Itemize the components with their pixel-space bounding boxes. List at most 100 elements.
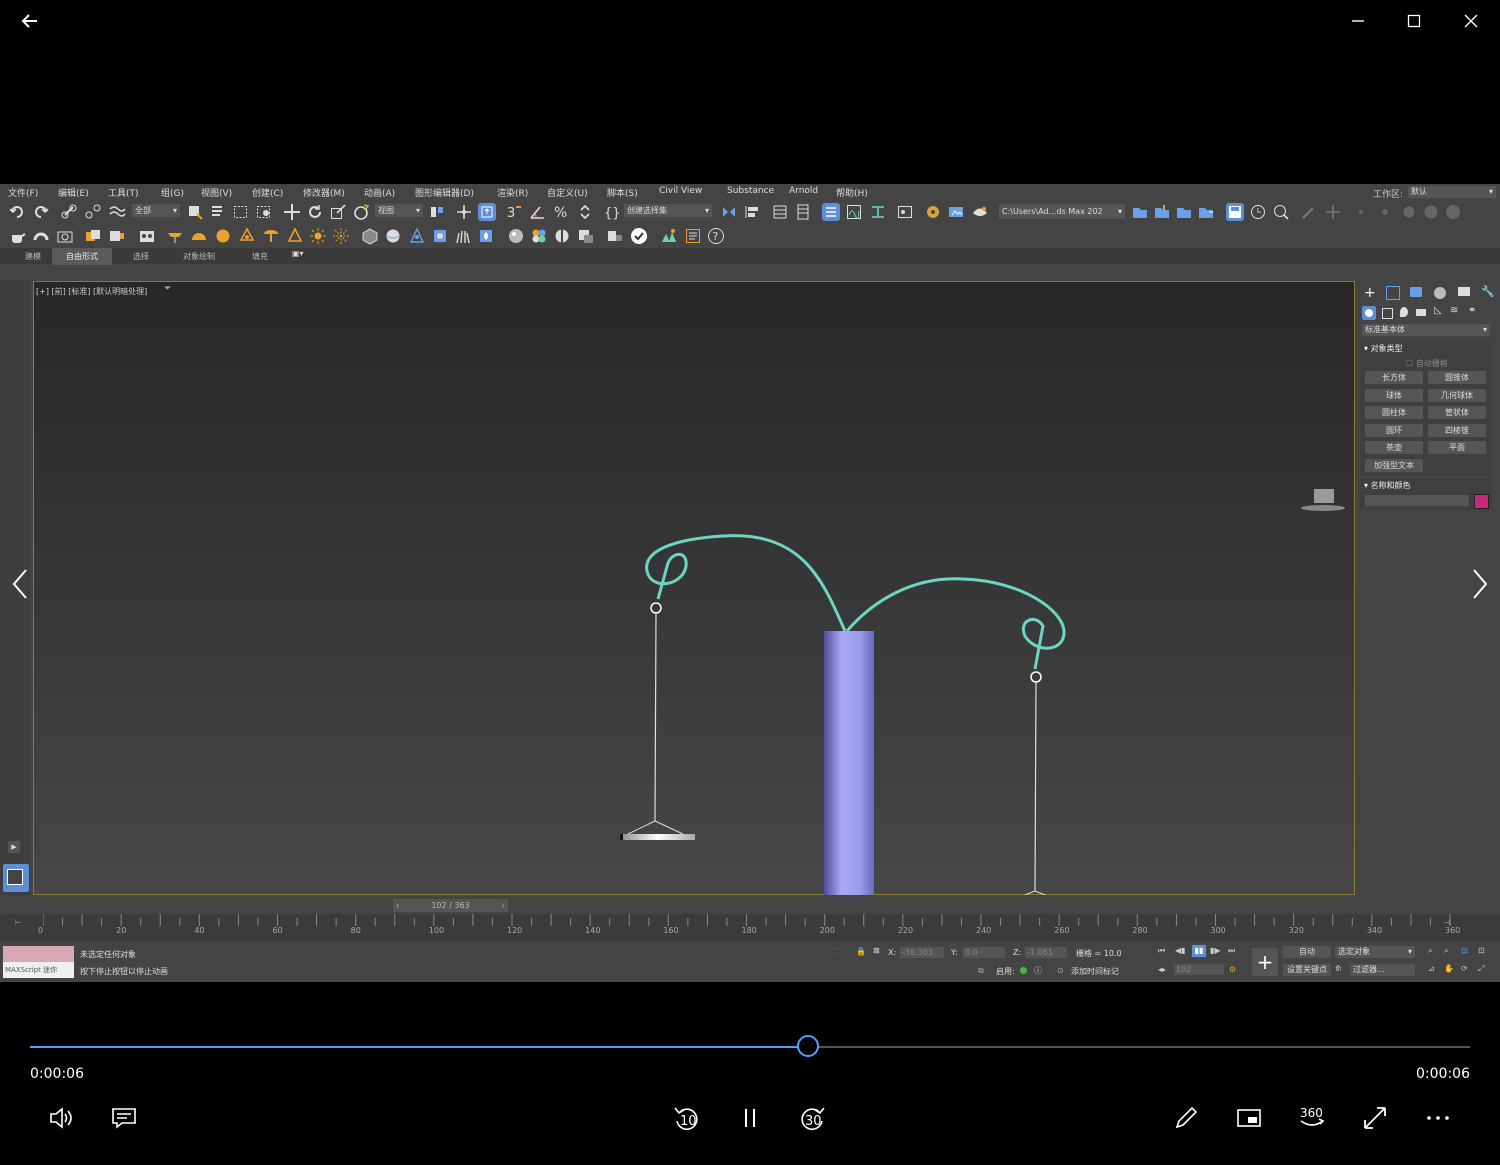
material-multi-icon[interactable] — [530, 227, 548, 245]
ribbon-tab-populate[interactable]: 填充 — [252, 251, 268, 262]
time-tag-icon[interactable]: ⊙ — [1057, 966, 1064, 975]
time-config-icon[interactable]: ⚙ — [1229, 965, 1236, 974]
next-frame-icon[interactable]: ▮▶ — [1210, 946, 1221, 955]
ribbon-options-icon[interactable]: ▣▾ — [292, 249, 304, 258]
sun-icon[interactable] — [309, 227, 327, 245]
film-icon[interactable] — [138, 227, 156, 245]
set-project-folder-icon[interactable] — [1131, 203, 1149, 221]
unlink-icon[interactable] — [84, 203, 102, 221]
camera-snapshot-icon[interactable] — [56, 227, 74, 245]
motion-tab-icon[interactable] — [1434, 287, 1446, 299]
redo-icon[interactable] — [32, 203, 50, 221]
render-setup-icon[interactable] — [924, 203, 942, 221]
skip-back-icon[interactable]: 10 — [668, 1100, 704, 1136]
helpers-icon[interactable]: ◺ — [1434, 305, 1442, 316]
helper-icon[interactable] — [408, 227, 426, 245]
ribbon-tab-modeling[interactable]: 建模 — [25, 251, 41, 262]
render-material-icon[interactable] — [577, 227, 595, 245]
teapot-icon[interactable] — [8, 227, 26, 245]
material-browser-icon[interactable] — [553, 227, 571, 245]
smooth-icon[interactable] — [32, 227, 50, 245]
pencil-edit-icon[interactable] — [1168, 1100, 1204, 1136]
zoom-extents-icon[interactable]: ⊡ — [1461, 946, 1468, 955]
help-icon[interactable]: ? — [707, 227, 725, 245]
menu-item-0[interactable]: 文件(F) — [8, 186, 38, 199]
maxscript-mini-input[interactable]: MAXScript 迷你 — [3, 962, 74, 978]
prev-frame-arrow-icon[interactable]: ‹ — [396, 899, 399, 912]
spot-light-icon[interactable] — [238, 227, 256, 245]
selected-objects-dropdown[interactable]: 选定对象 ▾ — [1335, 946, 1415, 958]
menu-item-11[interactable]: 脚本(S) — [607, 186, 638, 199]
mini-view-icon[interactable] — [1231, 1100, 1267, 1136]
scale-icon[interactable] — [329, 203, 347, 221]
isolate-icon[interactable]: ⛶ — [835, 947, 841, 957]
sphere-button[interactable]: 球体 — [1365, 389, 1423, 402]
enabled-indicator[interactable] — [1020, 967, 1027, 974]
key-mode-icon[interactable]: ◂▸ — [1158, 965, 1166, 974]
ribbon-tab-object-paint[interactable]: 对象绘制 — [183, 251, 215, 262]
cylinder-button[interactable]: 圆柱体 — [1365, 406, 1423, 419]
key-filters-button[interactable]: 过滤器... — [1350, 964, 1415, 976]
particle-icon[interactable] — [431, 227, 449, 245]
menu-item-1[interactable]: 编辑(E) — [58, 186, 89, 199]
textplus-button[interactable]: 加强型文本 — [1365, 459, 1423, 472]
category-dropdown[interactable]: 标准基本体 ▾ — [1362, 324, 1490, 336]
rect-selection-icon[interactable] — [232, 203, 250, 221]
object-name-input[interactable] — [1365, 495, 1469, 506]
script-listener-icon[interactable] — [684, 227, 702, 245]
link-icon[interactable] — [60, 203, 78, 221]
close-icon[interactable] — [1458, 8, 1484, 34]
rendered-frame-window-icon[interactable] — [947, 203, 965, 221]
rotate-icon[interactable] — [306, 203, 324, 221]
placement-icon[interactable] — [352, 203, 370, 221]
material-editor-icon[interactable] — [896, 203, 914, 221]
teapot-button[interactable]: 茶壶 — [1365, 441, 1423, 454]
modify-tab-icon[interactable] — [1386, 286, 1400, 300]
current-frame-input[interactable]: 102 — [1174, 964, 1224, 975]
selection-filter-dropdown[interactable]: 全部 ▾ — [132, 204, 180, 217]
checkmark-circle-icon[interactable] — [630, 227, 648, 245]
skip-forward-icon[interactable]: 30 — [795, 1100, 831, 1136]
back-arrow-icon[interactable] — [17, 8, 43, 34]
display-tab-icon[interactable] — [1458, 287, 1470, 296]
bind-space-warp-icon[interactable] — [108, 203, 126, 221]
menu-item-2[interactable]: 工具(T) — [108, 186, 139, 199]
keyboard-shortcut-toggle-icon[interactable] — [478, 203, 496, 221]
zoom-icon[interactable]: ⌕ — [1428, 946, 1432, 956]
schematic-view-icon[interactable] — [869, 203, 887, 221]
menu-item-3[interactable]: 组(G) — [161, 186, 184, 199]
pause-button-icon[interactable] — [732, 1100, 768, 1136]
project-folder-icon-4[interactable] — [1197, 203, 1215, 221]
hierarchy-tab-icon[interactable] — [1410, 287, 1422, 297]
fullscreen-icon[interactable] — [1357, 1100, 1393, 1136]
auto-grid-checkbox[interactable]: ☐ 自动栅格 — [1406, 358, 1448, 369]
save-icon[interactable] — [1226, 203, 1244, 221]
menu-item-4[interactable]: 视图(V) — [201, 186, 232, 199]
menu-item-14[interactable]: Arnold — [789, 186, 818, 196]
timeline-track[interactable]: ⊢ 0 20 40 60 80 100 120 140 160 180 200 220 240 260 28… — [0, 914, 1500, 942]
go-to-end-icon[interactable]: ⏭ — [1228, 946, 1235, 956]
previous-frame-icon[interactable]: ◀▮ — [1175, 946, 1186, 955]
project-path-dropdown[interactable]: C:\Users\Ad…ds Max 202 ▾ — [999, 204, 1125, 219]
expand-arrow-icon[interactable]: ▶ — [8, 841, 20, 853]
edit-named-selection-icon[interactable]: {} — [603, 203, 621, 221]
cone-button[interactable]: 圆锥体 — [1428, 371, 1486, 384]
menu-item-12[interactable]: Civil View — [659, 186, 702, 196]
snaps-toggle-icon[interactable]: 3 — [505, 203, 523, 221]
menu-item-9[interactable]: 渲染(R) — [497, 186, 528, 199]
angle-snap-icon[interactable] — [529, 203, 547, 221]
mirror-icon[interactable] — [720, 203, 738, 221]
adaptive-degradation-icon[interactable]: ⧉ — [978, 966, 984, 976]
info-icon[interactable]: ⓘ — [1034, 965, 1042, 976]
space-warps-icon[interactable]: ≋ — [1450, 305, 1458, 316]
menu-item-15[interactable]: 帮助(H) — [836, 186, 868, 199]
layer-explorer-icon[interactable] — [771, 203, 789, 221]
project-folder-icon-2[interactable] — [1153, 203, 1171, 221]
grass-icon[interactable] — [454, 227, 472, 245]
next-frame-arrow-icon[interactable]: › — [502, 899, 505, 912]
pivot-center-icon[interactable] — [428, 203, 446, 221]
create-tab-icon[interactable]: + — [1364, 285, 1376, 301]
copy-objects-icon[interactable] — [84, 227, 102, 245]
box-button[interactable]: 长方体 — [1365, 371, 1423, 384]
go-to-start-icon[interactable]: ⏮ — [1158, 946, 1165, 956]
